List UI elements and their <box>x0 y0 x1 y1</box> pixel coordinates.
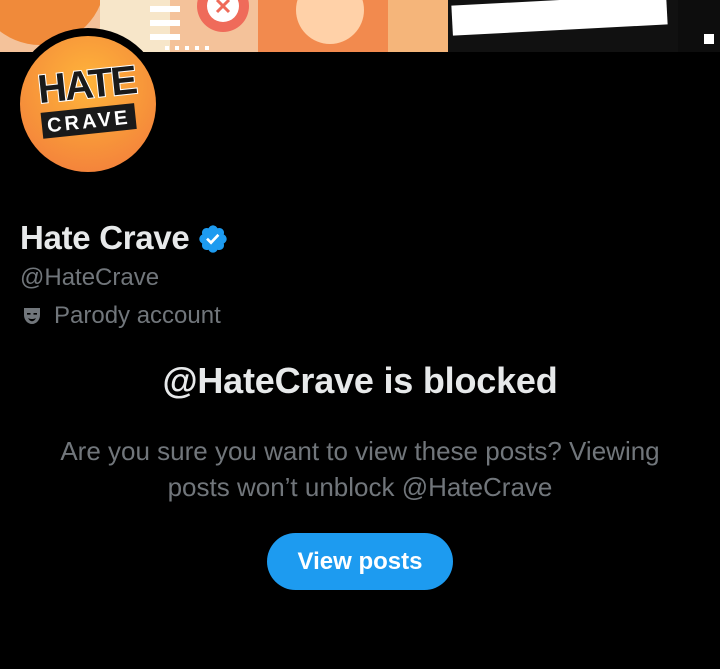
avatar[interactable]: HATE CRAVE <box>20 36 156 172</box>
display-name-row: Hate Crave <box>20 216 229 260</box>
profile-page: HATE CRAVE Hate Crave @HateCrave Parody … <box>0 0 720 669</box>
parody-account-text: Parody account <box>54 302 221 329</box>
user-handle: @HateCrave <box>20 264 160 291</box>
blocked-title: @HateCrave is blocked <box>162 360 558 401</box>
parody-account-label: Parody account <box>20 302 221 330</box>
view-posts-button[interactable]: View posts <box>267 533 453 590</box>
svg-text:HATE: HATE <box>36 58 139 112</box>
display-name: Hate Crave <box>20 219 190 256</box>
blocked-description: Are you sure you want to view these post… <box>60 436 660 502</box>
hate-crave-logo: HATE CRAVE <box>35 57 140 139</box>
theater-mask-icon <box>20 304 44 328</box>
verified-badge-icon[interactable] <box>197 223 229 255</box>
